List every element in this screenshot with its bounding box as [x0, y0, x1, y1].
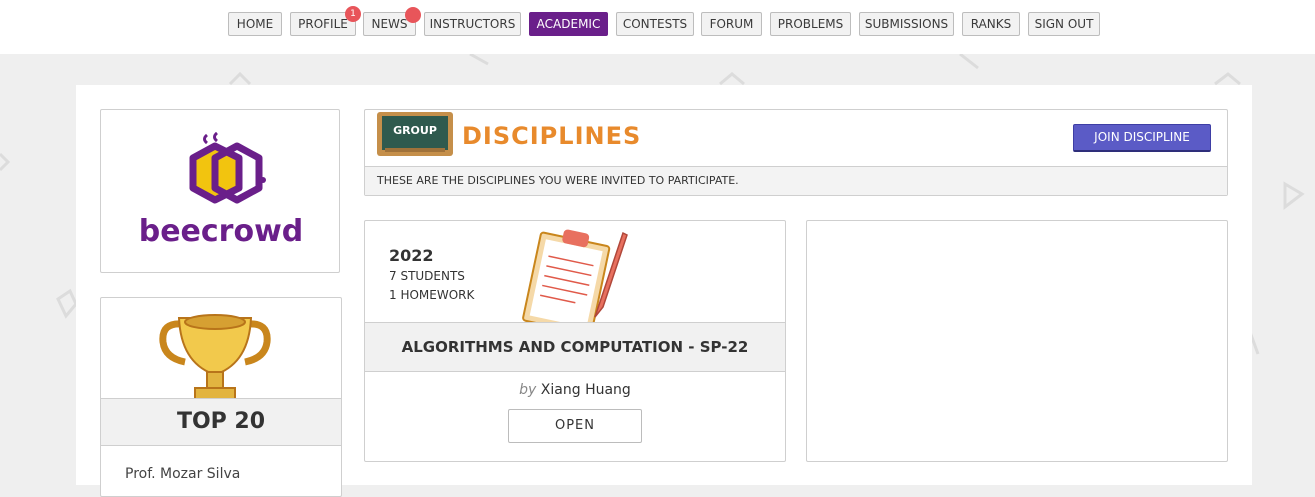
nav-problems-button[interactable]: PROBLEMS: [770, 12, 851, 36]
nav-ranks-button[interactable]: RANKS: [962, 12, 1020, 36]
chalkboard-text: GROUP: [393, 124, 437, 137]
trophy-icon: [159, 314, 271, 400]
open-course-button[interactable]: OPEN: [508, 409, 642, 443]
nav-sign-out-button[interactable]: SIGN OUT: [1028, 12, 1100, 36]
top-navigation-bar: HOME PROFILE 1 NEWS INSTRUCTORS ACADEMIC…: [0, 0, 1315, 54]
by-label: by: [519, 382, 537, 398]
course-students: 7 STUDENTS: [389, 269, 465, 283]
profile-notification-badge: 1: [345, 6, 361, 22]
disciplines-header-panel: GROUP DISCIPLINES JOIN DISCIPLINE THESE …: [364, 109, 1228, 196]
top20-title: TOP 20: [101, 398, 341, 446]
disciplines-title: DISCIPLINES: [462, 122, 642, 150]
news-notification-dot: [405, 7, 421, 23]
nav-forum-button[interactable]: FORUM: [701, 12, 762, 36]
top20-panel: TOP 20 Prof. Mozar Silva: [100, 297, 342, 497]
top20-first-entry[interactable]: Prof. Mozar Silva: [125, 466, 240, 482]
disciplines-subtitle: THESE ARE THE DISCIPLINES YOU WERE INVIT…: [365, 166, 1227, 195]
nav-instructors-button[interactable]: INSTRUCTORS: [424, 12, 521, 36]
course-instructor-line: by Xiang Huang: [365, 382, 785, 398]
clipboard-icon: [522, 229, 628, 323]
logo-text: beecrowd: [138, 214, 304, 249]
main-content: beecrowd TOP 20 Prof. Mozar Silva GROUP …: [76, 85, 1252, 497]
nav-profile-label: PROFILE: [298, 17, 348, 31]
beecrowd-logo-icon: [189, 132, 266, 204]
course-homework: 1 HOMEWORK: [389, 288, 475, 302]
course-year: 2022: [389, 246, 434, 265]
nav-academic-button[interactable]: ACADEMIC: [529, 12, 608, 36]
nav-home-button[interactable]: HOME: [228, 12, 282, 36]
nav-contests-button[interactable]: CONTESTS: [616, 12, 694, 36]
instructor-name[interactable]: Xiang Huang: [541, 382, 631, 398]
chalkboard-icon: GROUP: [377, 112, 453, 156]
join-discipline-button[interactable]: JOIN DISCIPLINE: [1073, 124, 1211, 152]
logo-panel: beecrowd: [100, 109, 340, 273]
empty-course-card: [806, 220, 1228, 462]
course-card: 2022 7 STUDENTS 1 HOMEWORK ALGORITHMS AN…: [364, 220, 786, 462]
course-title: ALGORITHMS AND COMPUTATION - SP-22: [365, 322, 785, 372]
main-nav: HOME PROFILE 1 NEWS INSTRUCTORS ACADEMIC…: [0, 6, 1315, 38]
nav-submissions-button[interactable]: SUBMISSIONS: [859, 12, 954, 36]
